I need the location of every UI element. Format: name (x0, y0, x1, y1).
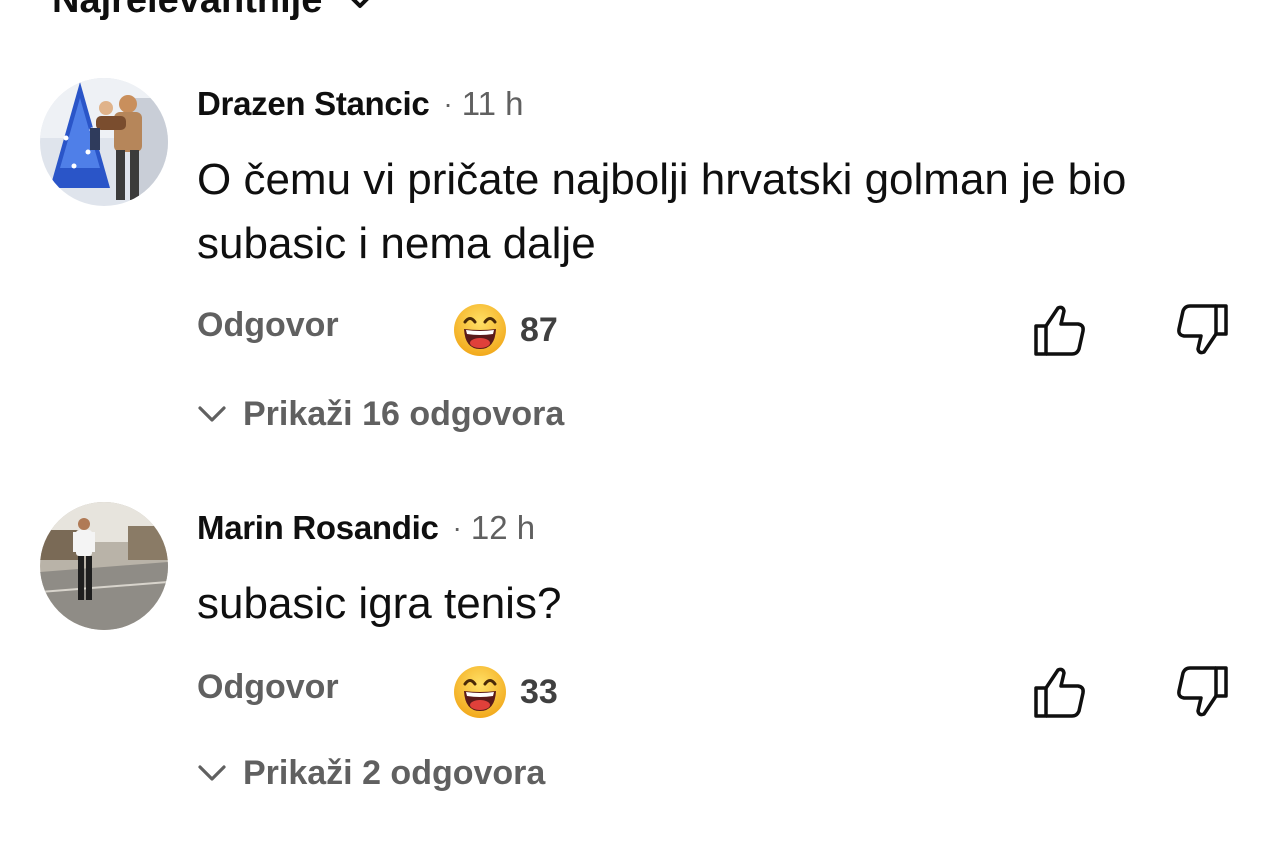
show-replies-label: Prikaži 16 odgovora (243, 394, 565, 433)
meta-separator: · (452, 512, 462, 543)
chevron-down-icon (198, 406, 226, 422)
comment-text: O čemu vi pričate najbolji hrvatski golm… (197, 155, 1127, 268)
thumbs-up-icon (1034, 305, 1085, 356)
comment-text: subasic igra tenis? (197, 579, 562, 628)
reaction-summary[interactable]: 87 (452, 302, 558, 358)
reaction-count: 33 (520, 672, 558, 711)
reaction-summary[interactable]: 33 (452, 664, 558, 720)
thumbs-up-icon (1034, 667, 1085, 718)
sort-label: Najrelevantnije (52, 0, 322, 22)
show-replies-button[interactable]: Prikaži 16 odgovora (197, 389, 564, 439)
comment-actions: Odgovor 87 (0, 300, 1280, 360)
timestamp: 11 h (461, 85, 524, 122)
author-name[interactable]: Drazen Stancic (197, 85, 430, 123)
like-button[interactable] (1030, 664, 1090, 720)
thumbs-down-icon (1177, 304, 1228, 355)
like-button[interactable] (1030, 302, 1090, 358)
avatar[interactable] (40, 502, 168, 630)
reply-button[interactable]: Odgovor (197, 306, 339, 345)
show-replies-label: Prikaži 2 odgovora (243, 753, 546, 792)
reaction-count: 87 (520, 310, 558, 349)
thumbs-down-icon (1177, 666, 1228, 717)
comment-actions: Odgovor 33 (0, 662, 1280, 722)
reply-button[interactable]: Odgovor (197, 668, 339, 707)
comment-meta: Marin Rosandic · 12 h (197, 505, 535, 551)
dislike-button[interactable] (1172, 664, 1232, 720)
dislike-button[interactable] (1172, 302, 1232, 358)
show-replies-button[interactable]: Prikaži 2 odgovora (197, 748, 545, 798)
comment-item: Marin Rosandic · 12 h subasic igra tenis… (0, 502, 1280, 862)
meta-separator: · (443, 88, 453, 119)
author-name[interactable]: Marin Rosandic (197, 509, 439, 547)
sort-dropdown[interactable]: Najrelevantnije (52, 0, 376, 22)
laughing-emoji-icon (454, 666, 506, 718)
comment-item: Drazen Stancic · 11 h O čemu vi pričate … (0, 78, 1280, 438)
avatar[interactable] (40, 78, 168, 206)
chevron-down-icon (351, 0, 370, 8)
comment-meta: Drazen Stancic · 11 h (197, 81, 524, 127)
timestamp: 12 h (470, 509, 536, 546)
laughing-emoji-icon (454, 304, 506, 356)
chevron-down-icon (198, 765, 226, 781)
